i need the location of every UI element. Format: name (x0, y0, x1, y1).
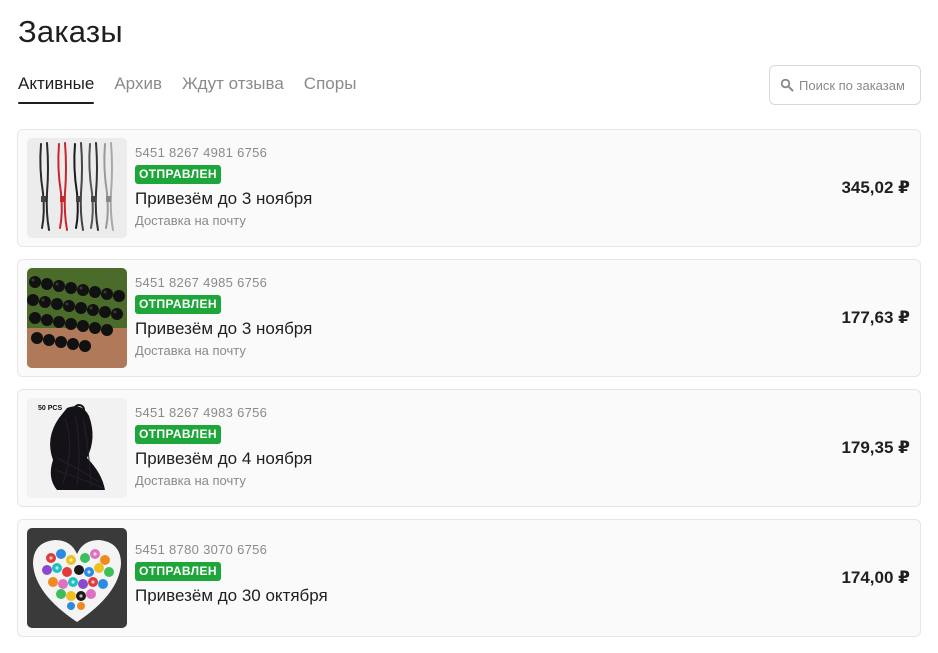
delivery-method: Доставка на почту (135, 473, 246, 488)
order-number: 5451 8267 4985 6756 (135, 275, 268, 290)
order-number: 5451 8267 4983 6756 (135, 405, 268, 420)
order-number: 5451 8780 3070 6756 (135, 542, 268, 557)
status-badge: ОТПРАВЛЕН (135, 425, 221, 444)
black-cords-image[interactable]: 50 PCS (27, 398, 127, 498)
tab-disputes[interactable]: Споры (304, 70, 357, 104)
delivery-date: Привезём до 3 ноября (135, 319, 313, 338)
image-caption: 50 PCS (38, 405, 62, 412)
order-info: 5451 8267 4985 6756 ОТПРАВЛЕН Привезём д… (135, 275, 312, 359)
order-number: 5451 8267 4981 6756 (135, 145, 268, 160)
order-info: 5451 8267 4981 6756 ОТПРАВЛЕН Привезём д… (135, 145, 312, 229)
order-info: 5451 8780 3070 6756 ОТПРАВЛЕН Привезём д… (135, 542, 328, 606)
order-card[interactable]: 5451 8267 4981 6756 ОТПРАВЛЕН Привезём д… (17, 129, 921, 247)
order-info: 5451 8267 4983 6756 ОТПРАВЛЕН Привезём д… (135, 405, 312, 489)
tab-active[interactable]: Активные (18, 70, 95, 104)
order-search[interactable] (769, 65, 921, 105)
colorful-beads-heart-dish-image[interactable] (27, 528, 127, 628)
delivery-date: Привезём до 30 октября (135, 586, 328, 605)
order-card[interactable]: 50 PCS 5451 8267 4983 6756 ОТПРАВЛЕН При… (17, 389, 921, 507)
orders-list: 5451 8267 4981 6756 ОТПРАВЛЕН Привезём д… (17, 129, 921, 649)
black-beads-image[interactable] (27, 268, 127, 368)
delivery-date: Привезём до 3 ноября (135, 189, 313, 208)
order-card[interactable]: 5451 8267 4985 6756 ОТПРАВЛЕН Привезём д… (17, 259, 921, 377)
search-input[interactable] (799, 77, 917, 93)
page-title: Заказы (18, 14, 123, 49)
status-badge: ОТПРАВЛЕН (135, 165, 221, 184)
lanyard-straps-image[interactable] (27, 138, 127, 238)
delivery-method: Доставка на почту (135, 213, 246, 228)
order-price: 174,00 ₽ (841, 568, 910, 587)
tab-awaiting-review[interactable]: Ждут отзыва (182, 70, 284, 104)
order-tabs: Активные Архив Ждут отзыва Споры (18, 70, 376, 104)
delivery-date: Привезём до 4 ноября (135, 449, 313, 468)
order-price: 345,02 ₽ (841, 178, 910, 197)
search-icon (780, 78, 794, 92)
order-card[interactable]: 5451 8780 3070 6756 ОТПРАВЛЕН Привезём д… (17, 519, 921, 637)
tab-archive[interactable]: Архив (114, 70, 162, 104)
delivery-method: Доставка на почту (135, 343, 246, 358)
order-price: 177,63 ₽ (841, 308, 910, 327)
status-badge: ОТПРАВЛЕН (135, 562, 221, 581)
order-price: 179,35 ₽ (841, 438, 910, 457)
status-badge: ОТПРАВЛЕН (135, 295, 221, 314)
